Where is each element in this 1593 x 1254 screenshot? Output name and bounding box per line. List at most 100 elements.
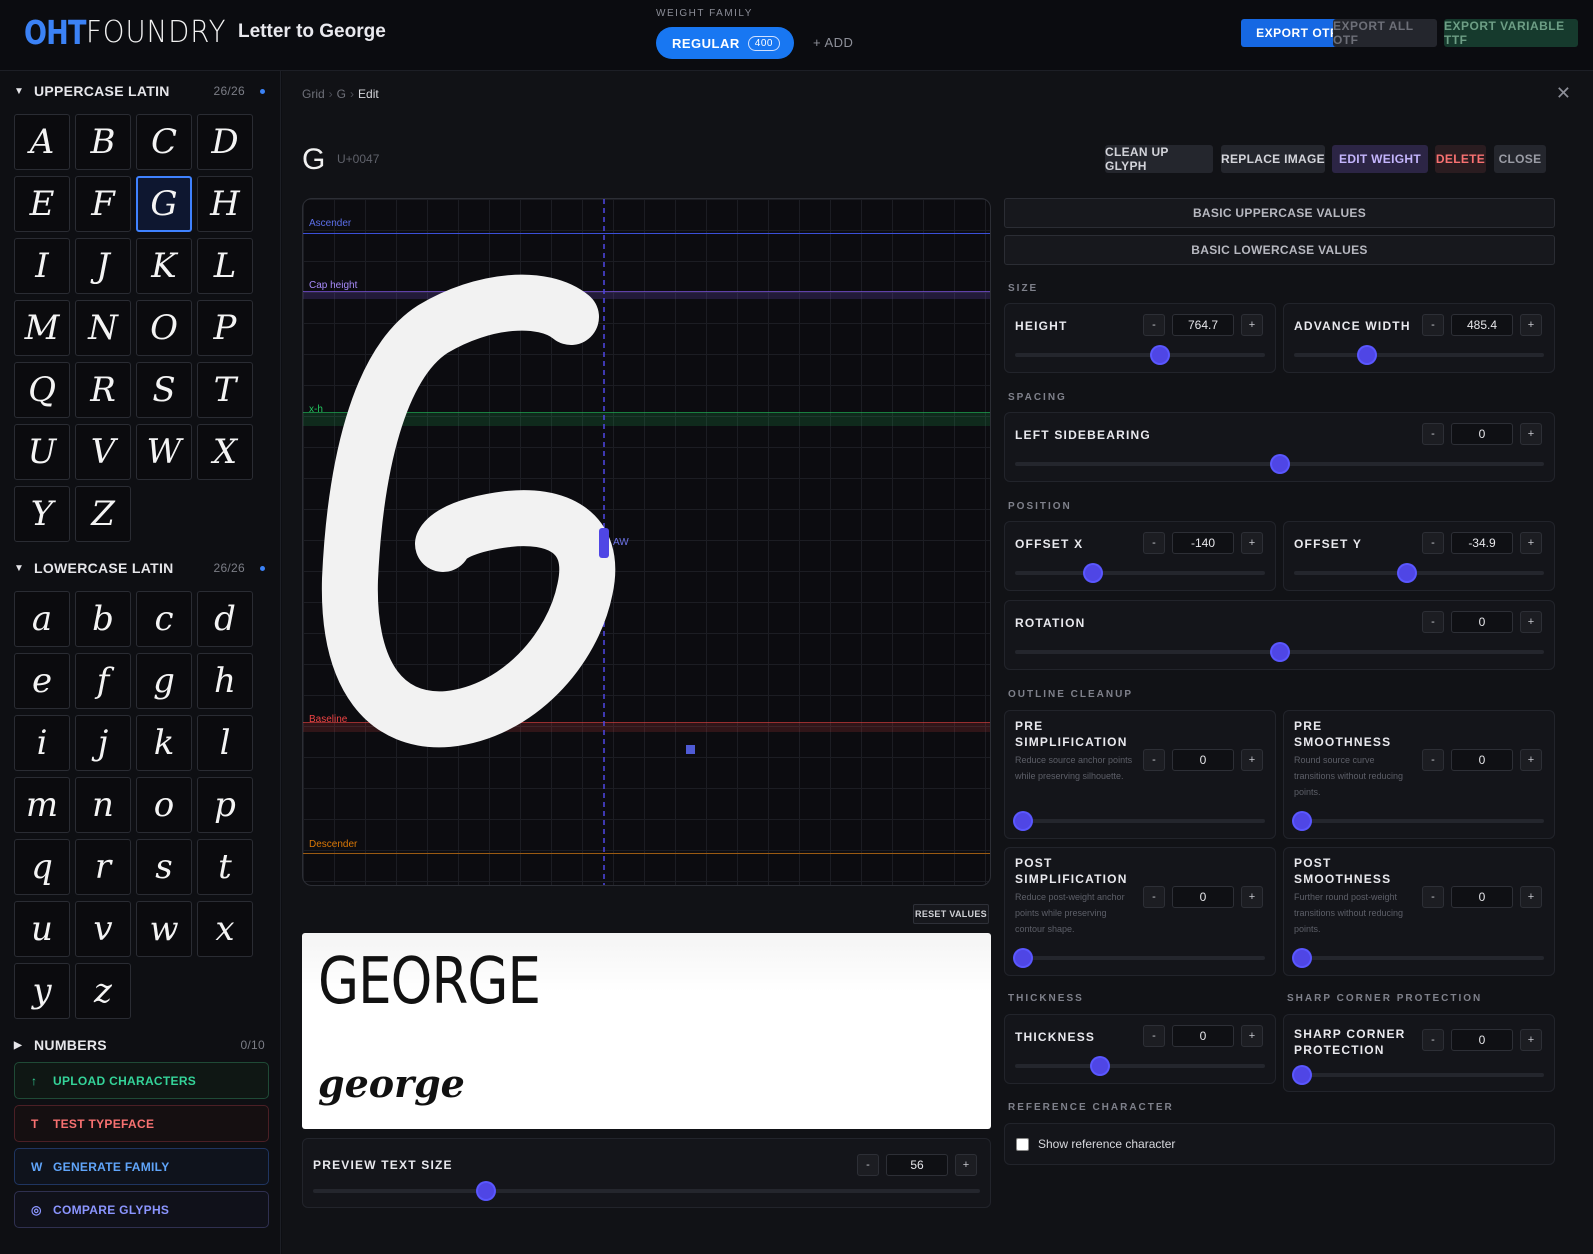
breadcrumb-glyph-link[interactable]: G xyxy=(337,87,346,101)
decrement-button[interactable]: - xyxy=(1422,532,1444,554)
sharp-corner-slider[interactable] xyxy=(1293,1067,1544,1083)
increment-button[interactable]: + xyxy=(1520,749,1542,771)
reference-checkbox[interactable] xyxy=(1016,1137,1029,1151)
offset-x-slider[interactable] xyxy=(1015,565,1265,581)
increment-button[interactable]: + xyxy=(1520,886,1542,908)
height-input[interactable]: 764.7 xyxy=(1172,314,1234,336)
glyph-cell-uppercase-N[interactable]: N xyxy=(75,300,131,356)
pre-smoothness-input[interactable]: 0 xyxy=(1451,749,1513,771)
decrement-button[interactable]: - xyxy=(1422,611,1444,633)
thickness-input[interactable]: 0 xyxy=(1172,1025,1234,1047)
decrement-button[interactable]: - xyxy=(1422,423,1444,445)
glyph-cell-uppercase-G[interactable]: G xyxy=(136,176,192,232)
glyph-cell-lowercase-d[interactable]: d xyxy=(197,591,253,647)
pre-smoothness-slider[interactable] xyxy=(1293,813,1544,829)
glyph-cell-lowercase-z[interactable]: z xyxy=(75,963,131,1019)
basic-lowercase-values-button[interactable]: BASIC LOWERCASE VALUES xyxy=(1004,235,1555,265)
slider-knob[interactable] xyxy=(1293,813,1310,829)
slider-knob[interactable] xyxy=(1092,1058,1108,1074)
glyph-cell-uppercase-J[interactable]: J xyxy=(75,238,131,294)
glyph-cell-lowercase-m[interactable]: m xyxy=(14,777,70,833)
slider-knob[interactable] xyxy=(1014,950,1031,966)
slider-knob[interactable] xyxy=(1084,565,1101,581)
section-numbers-header[interactable]: ▶ NUMBERS 0/10 xyxy=(14,1035,269,1055)
offset-x-input[interactable]: -140 xyxy=(1172,532,1234,554)
slider-knob[interactable] xyxy=(1398,565,1415,581)
glyph-cell-lowercase-c[interactable]: c xyxy=(136,591,192,647)
glyph-cell-uppercase-Y[interactable]: Y xyxy=(14,486,70,542)
upload-characters-button[interactable]: ↑ UPLOAD CHARACTERS xyxy=(14,1062,269,1099)
glyph-cell-uppercase-D[interactable]: D xyxy=(197,114,253,170)
glyph-canvas[interactable]: Ascender Cap height x-h Baseline Descend… xyxy=(302,198,991,886)
advance-width-input[interactable]: 485.4 xyxy=(1451,314,1513,336)
increment-button[interactable]: + xyxy=(1241,1025,1263,1047)
section-lowercase-header[interactable]: ▼ LOWERCASE LATIN 26/26 xyxy=(14,558,269,578)
test-typeface-button[interactable]: T TEST TYPEFACE xyxy=(14,1105,269,1142)
decrement-button[interactable]: - xyxy=(1422,1029,1444,1051)
left-sidebearing-slider[interactable] xyxy=(1015,456,1544,472)
glyph-cell-lowercase-p[interactable]: p xyxy=(197,777,253,833)
slider-knob[interactable] xyxy=(1014,813,1031,829)
increment-button[interactable]: + xyxy=(1241,886,1263,908)
preview-size-input[interactable]: 56 xyxy=(886,1154,948,1176)
close-icon[interactable]: ✕ xyxy=(1556,83,1571,104)
reference-checkbox-row[interactable]: Show reference character xyxy=(1016,1137,1175,1151)
glyph-cell-uppercase-Q[interactable]: Q xyxy=(14,362,70,418)
generate-family-button[interactable]: W GENERATE FAMILY xyxy=(14,1148,269,1185)
glyph-cell-uppercase-E[interactable]: E xyxy=(14,176,70,232)
glyph-cell-lowercase-a[interactable]: a xyxy=(14,591,70,647)
glyph-cell-uppercase-S[interactable]: S xyxy=(136,362,192,418)
glyph-cell-lowercase-g[interactable]: g xyxy=(136,653,192,709)
increment-button[interactable]: + xyxy=(1520,423,1542,445)
offset-y-input[interactable]: -34.9 xyxy=(1451,532,1513,554)
glyph-outline[interactable] xyxy=(303,199,991,886)
decrement-button[interactable]: - xyxy=(857,1154,879,1176)
glyph-cell-uppercase-P[interactable]: P xyxy=(197,300,253,356)
glyph-cell-uppercase-K[interactable]: K xyxy=(136,238,192,294)
glyph-cell-uppercase-U[interactable]: U xyxy=(14,424,70,480)
increment-button[interactable]: + xyxy=(1241,749,1263,771)
post-simplification-slider[interactable] xyxy=(1014,950,1265,966)
glyph-cell-lowercase-i[interactable]: i xyxy=(14,715,70,771)
compare-glyphs-button[interactable]: ◎ COMPARE GLYPHS xyxy=(14,1191,269,1228)
glyph-cell-uppercase-X[interactable]: X xyxy=(197,424,253,480)
increment-button[interactable]: + xyxy=(1520,314,1542,336)
glyph-cell-lowercase-s[interactable]: s xyxy=(136,839,192,895)
post-smoothness-input[interactable]: 0 xyxy=(1451,886,1513,908)
post-simplification-input[interactable]: 0 xyxy=(1172,886,1234,908)
glyph-cell-lowercase-e[interactable]: e xyxy=(14,653,70,709)
glyph-cell-lowercase-n[interactable]: n xyxy=(75,777,131,833)
glyph-cell-lowercase-q[interactable]: q xyxy=(14,839,70,895)
slider-knob[interactable] xyxy=(1271,456,1288,472)
glyph-cell-uppercase-I[interactable]: I xyxy=(14,238,70,294)
increment-button[interactable]: + xyxy=(1520,1029,1542,1051)
decrement-button[interactable]: - xyxy=(1422,749,1444,771)
increment-button[interactable]: + xyxy=(1520,611,1542,633)
export-variable-ttf-button[interactable]: EXPORT VARIABLE TTF xyxy=(1444,19,1578,47)
advance-width-slider[interactable] xyxy=(1294,347,1544,363)
pre-simplification-input[interactable]: 0 xyxy=(1172,749,1234,771)
glyph-cell-uppercase-A[interactable]: A xyxy=(14,114,70,170)
decrement-button[interactable]: - xyxy=(1143,749,1165,771)
decrement-button[interactable]: - xyxy=(1143,314,1165,336)
preview-size-slider[interactable] xyxy=(313,1183,980,1199)
rotation-slider[interactable] xyxy=(1015,644,1544,660)
decrement-button[interactable]: - xyxy=(1143,1025,1165,1047)
glyph-cell-uppercase-M[interactable]: M xyxy=(14,300,70,356)
basic-uppercase-values-button[interactable]: BASIC UPPERCASE VALUES xyxy=(1004,198,1555,228)
increment-button[interactable]: + xyxy=(1241,532,1263,554)
slider-knob[interactable] xyxy=(1358,347,1375,363)
glyph-cell-lowercase-t[interactable]: t xyxy=(197,839,253,895)
glyph-cell-uppercase-B[interactable]: B xyxy=(75,114,131,170)
glyph-cell-lowercase-x[interactable]: x xyxy=(197,901,253,957)
glyph-cell-lowercase-o[interactable]: o xyxy=(136,777,192,833)
decrement-button[interactable]: - xyxy=(1422,886,1444,908)
glyph-cell-uppercase-L[interactable]: L xyxy=(197,238,253,294)
delete-button[interactable]: DELETE xyxy=(1435,145,1486,173)
glyph-cell-uppercase-Z[interactable]: Z xyxy=(75,486,131,542)
app-logo[interactable]: OHT FOUNDRY xyxy=(24,12,239,52)
glyph-cell-uppercase-R[interactable]: R xyxy=(75,362,131,418)
edit-weight-button[interactable]: EDIT WEIGHT xyxy=(1332,145,1428,173)
glyph-cell-lowercase-w[interactable]: w xyxy=(136,901,192,957)
replace-image-button[interactable]: REPLACE IMAGE xyxy=(1221,145,1325,173)
